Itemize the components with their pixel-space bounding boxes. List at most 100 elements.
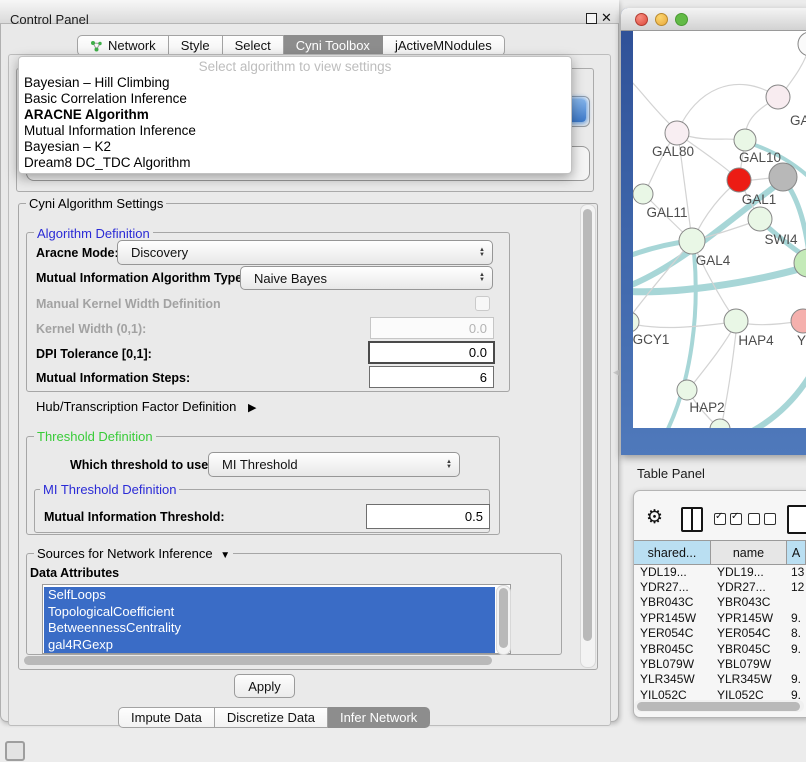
attribute-item[interactable]: SelfLoops (44, 587, 495, 604)
network-node-label: GAL80 (652, 144, 694, 159)
split-collapse-icon[interactable]: ◀ (613, 367, 620, 378)
tab-discretize-data[interactable]: Discretize Data (215, 707, 328, 728)
table-row[interactable]: YDL19...YDL19...13 (634, 564, 806, 579)
screen: Control Panel ✕ NetworkStyleSelectCyni T… (0, 0, 806, 762)
tab-network[interactable]: Network (77, 35, 169, 56)
tab-impute-data[interactable]: Impute Data (118, 707, 215, 728)
network-node-GAL10[interactable] (734, 129, 756, 151)
apply-button[interactable]: Apply (234, 674, 295, 698)
mi-steps-field[interactable]: 6 (369, 366, 494, 388)
column-header-A[interactable]: A (787, 541, 806, 564)
network-node-GAL80[interactable] (665, 121, 689, 145)
column-header-shared[interactable]: shared... (634, 541, 711, 564)
settings-vscrollbar-thumb[interactable] (583, 209, 592, 641)
attribute-item[interactable]: TopologicalCoefficient (44, 604, 495, 621)
control-panel-titlebar[interactable] (0, 0, 619, 24)
mi-type-combo[interactable]: Naive Bayes ▲▼ (240, 266, 493, 290)
network-node[interactable] (710, 419, 730, 428)
table-header-row: shared...nameA (634, 540, 806, 565)
network-node-SWI4[interactable] (748, 207, 772, 231)
minimize-traffic-light[interactable] (655, 13, 668, 26)
close-traffic-light[interactable] (635, 13, 648, 26)
which-threshold-label: Which threshold to use: (70, 458, 212, 472)
table-panel-title: Table Panel (637, 466, 705, 481)
table-row[interactable]: YBL079WYBL079W (634, 656, 806, 671)
kernel-width-value: 0.0 (469, 321, 487, 336)
network-view-window: GALGAL80GAL10GAL1SWI4GAL11GAL4GCY1HAP4YH… (621, 8, 806, 455)
algorithm-option[interactable]: Bayesian – K2 (19, 139, 571, 155)
dpi-tolerance-label: DPI Tolerance [0,1]: (36, 347, 152, 361)
columns-icon-divider (691, 509, 694, 530)
kernel-width-field[interactable]: 0.0 (370, 317, 494, 339)
aracne-mode-value: Discovery (131, 245, 188, 260)
attribute-item[interactable]: BetweennessCentrality (44, 620, 495, 637)
tab-style[interactable]: Style (169, 35, 223, 56)
table-row[interactable]: YER054CYER054C8. (634, 626, 806, 641)
algorithm-option[interactable]: ARACNE Algorithm (19, 107, 571, 123)
dpi-tolerance-field[interactable]: 0.0 (368, 341, 495, 364)
attributes-list-scrollbar[interactable] (496, 585, 511, 655)
mi-threshold-field[interactable]: 0.5 (366, 504, 490, 529)
which-threshold-combo[interactable]: MI Threshold ▲▼ (208, 452, 460, 477)
table-row[interactable]: YPR145WYPR145W9. (634, 610, 806, 625)
columns-icon[interactable] (681, 507, 703, 532)
column-header-name[interactable]: name (711, 541, 787, 564)
tab-jactivemnodules[interactable]: jActiveMNodules (383, 35, 505, 56)
network-node-GAL[interactable] (766, 85, 790, 109)
table-cell: YBR045C (711, 642, 787, 656)
table-hscrollbar-thumb[interactable] (637, 702, 800, 711)
network-window-titlebar[interactable] (621, 8, 806, 31)
table-row[interactable]: YLR345WYLR345W9. (634, 672, 806, 687)
settings-horizontal-scrollbar[interactable] (24, 656, 492, 665)
aracne-mode-combo[interactable]: Discovery ▲▼ (117, 240, 493, 265)
mi-threshold-group-title: MI Threshold Definition (40, 482, 179, 497)
table-cell: 9. (787, 688, 806, 700)
sources-title-row[interactable]: Sources for Network Inference ▼ (34, 546, 233, 561)
unchecked-box-icon (764, 513, 776, 525)
attributes-scrollbar-thumb[interactable] (499, 588, 508, 648)
tab-label: Select (235, 38, 271, 53)
hide-columns-icon[interactable] (748, 513, 780, 525)
table-row[interactable]: YBR043CYBR043C (634, 595, 806, 610)
close-icon[interactable]: ✕ (601, 10, 612, 26)
network-node-HAP4[interactable] (724, 309, 748, 333)
network-node-GAL1[interactable] (727, 168, 751, 192)
table-horizontal-scrollbar[interactable] (634, 700, 804, 712)
algorithm-option[interactable]: Bayesian – Hill Climbing (19, 75, 571, 91)
float-window-icon[interactable] (586, 13, 597, 24)
show-selected-columns-icon[interactable] (714, 513, 746, 525)
table-row[interactable]: YBR045CYBR045C9. (634, 641, 806, 656)
gear-icon[interactable]: ⚙ (646, 506, 663, 529)
hub-definition-expander[interactable]: Hub/Transcription Factor Definition ▶ (36, 399, 256, 414)
network-node-GAL4[interactable] (679, 228, 705, 254)
algorithm-option[interactable]: Dream8 DC_TDC Algorithm (19, 155, 571, 171)
network-node-HAP2[interactable] (677, 380, 697, 400)
table-row[interactable]: YIL052CYIL052C9. (634, 687, 806, 700)
network-node-GAL11[interactable] (633, 184, 653, 204)
manual-kernel-checkbox[interactable] (475, 296, 490, 311)
tab-select[interactable]: Select (223, 35, 284, 56)
table-cell: YER054C (634, 626, 711, 640)
attribute-item[interactable]: gal4RGexp (44, 637, 495, 654)
collapsed-panel-icon[interactable] (5, 741, 25, 761)
data-attributes-list[interactable]: SelfLoopsTopologicalCoefficientBetweenne… (42, 584, 511, 654)
settings-vertical-scrollbar[interactable] (580, 204, 596, 668)
network-node-GCY1[interactable] (633, 312, 639, 332)
table-row[interactable]: YDR27...YDR27...12 (634, 579, 806, 594)
export-table-icon[interactable] (787, 505, 806, 534)
network-node-Y[interactable] (791, 309, 806, 333)
network-canvas[interactable]: GALGAL80GAL10GAL1SWI4GAL11GAL4GCY1HAP4YH… (633, 31, 806, 428)
algorithm-option[interactable]: Basic Correlation Inference (19, 91, 571, 107)
cyni-settings-title: Cyni Algorithm Settings (26, 196, 166, 211)
network-icon (90, 40, 103, 52)
tab-cyni-toolbox[interactable]: Cyni Toolbox (284, 35, 383, 56)
network-node[interactable] (769, 163, 797, 191)
algorithm-option[interactable]: Mutual Information Inference (19, 123, 571, 139)
collapse-down-icon: ▼ (220, 550, 230, 561)
network-node[interactable] (798, 32, 806, 56)
zoom-traffic-light[interactable] (675, 13, 688, 26)
table-cell: YBL079W (711, 657, 787, 671)
mi-type-value: Naive Bayes (254, 271, 327, 286)
network-edge (633, 322, 734, 328)
tab-infer-network[interactable]: Infer Network (328, 707, 430, 728)
